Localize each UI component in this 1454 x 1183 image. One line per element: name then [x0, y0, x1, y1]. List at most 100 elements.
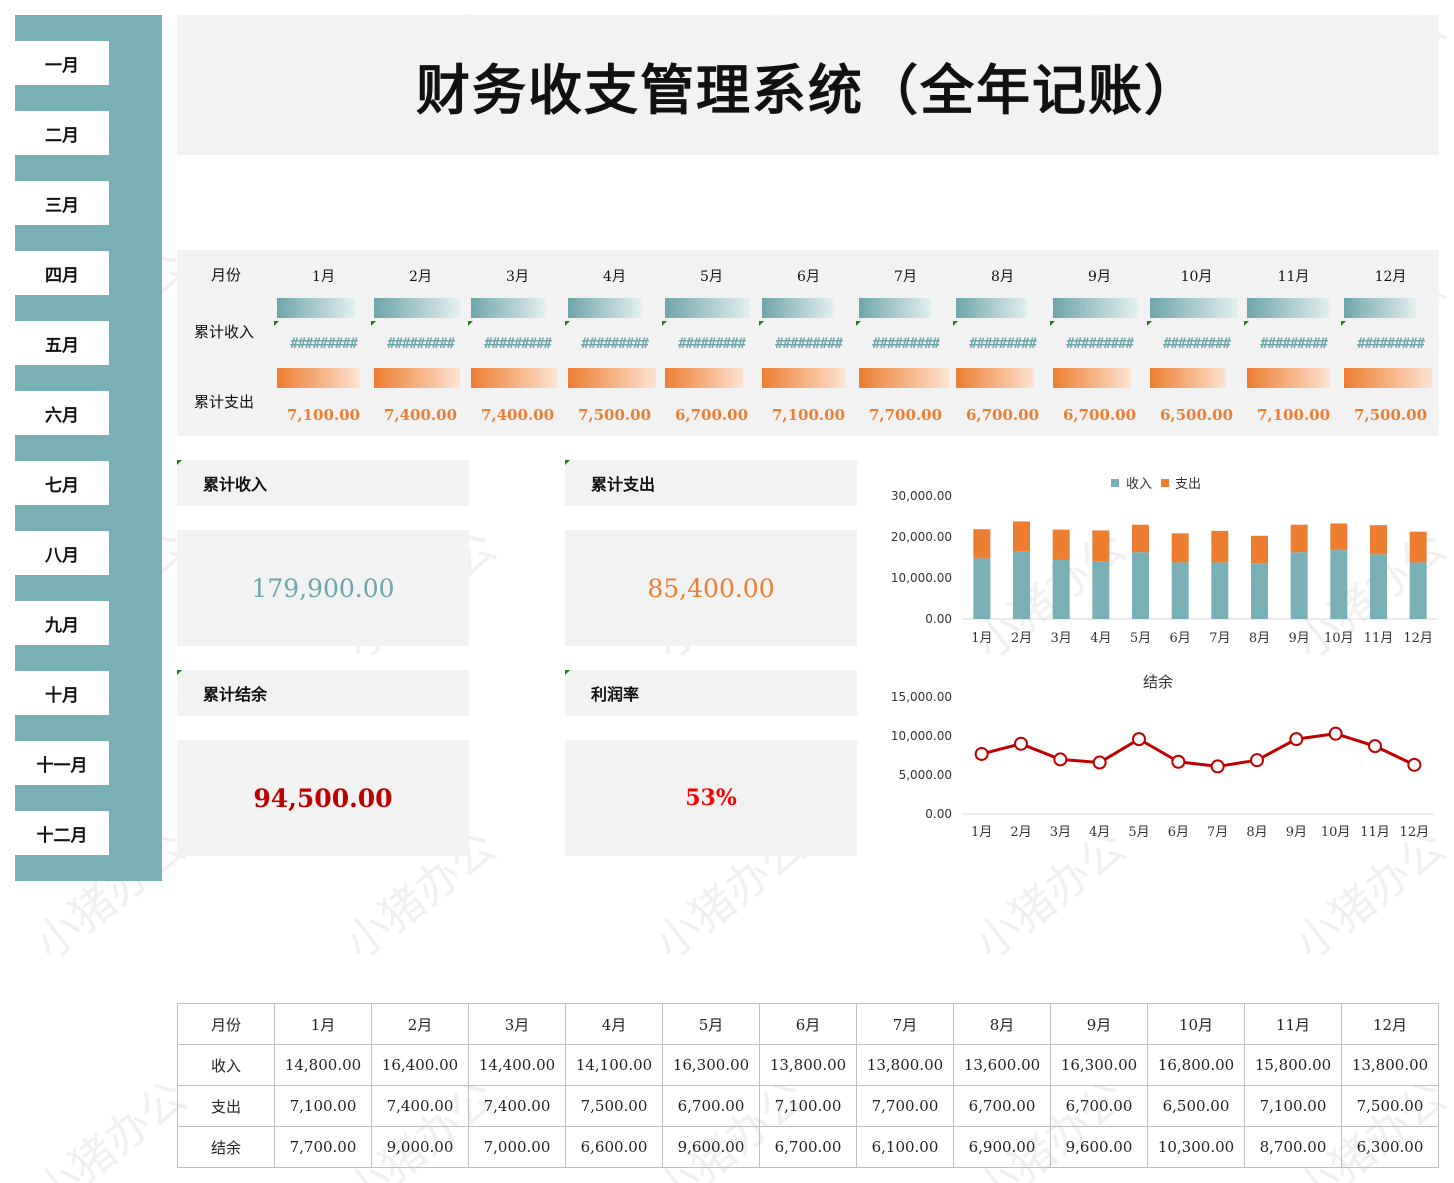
table-cell: 11月	[1244, 1003, 1342, 1045]
balance-line	[981, 732, 1415, 768]
x-tick-label: 8月	[1246, 825, 1267, 840]
cell-marker	[468, 321, 473, 326]
bar-income	[1409, 562, 1427, 619]
table-cell: 7,400.00	[371, 1085, 469, 1127]
balance-point	[1250, 753, 1264, 768]
strip-expense-databar	[665, 368, 743, 388]
table-cell: 8,700.00	[1244, 1126, 1342, 1168]
strip-expense-value: 6,500.00	[1159, 406, 1234, 424]
bar-expense	[1132, 524, 1149, 553]
strip-income-databar	[956, 298, 1027, 318]
strip-income-overflow-value: #########	[872, 336, 940, 352]
strip-expense-databar	[568, 368, 656, 388]
strip-income-databar	[1247, 298, 1330, 318]
table-cell: 6,700.00	[953, 1085, 1051, 1127]
table-cell: 6,900.00	[953, 1126, 1051, 1168]
strip-month-header: 12月	[1374, 269, 1407, 285]
strip-month-header: 4月	[603, 269, 626, 285]
table-row-label: 月份	[177, 1003, 275, 1045]
sidebar-month-button[interactable]: 三月	[15, 181, 109, 225]
x-tick-label: 5月	[1130, 631, 1151, 646]
bar-income	[1330, 550, 1348, 619]
strip-month-header: 5月	[700, 269, 723, 285]
balance-point	[1407, 757, 1422, 772]
sidebar-month-button[interactable]: 五月	[15, 321, 109, 365]
balance-point	[1092, 755, 1107, 770]
table-cell: 16,400.00	[371, 1044, 469, 1086]
monthly-summary-strip: 月份 累计收入 累计支出 1月 ######### 7,100.00 2月 ######…	[177, 250, 1439, 436]
strip-expense-databar	[471, 368, 557, 388]
sidebar-month-button[interactable]: 八月	[15, 531, 109, 575]
kpi-income-label: 累计收入	[177, 460, 469, 506]
cell-marker	[1050, 321, 1055, 326]
sidebar-month-button[interactable]: 十二月	[15, 811, 109, 855]
table-cell: 6,300.00	[1341, 1126, 1439, 1168]
table-cell: 9月	[1050, 1003, 1148, 1045]
bar-income	[973, 558, 991, 619]
strip-income-overflow-value: #########	[290, 336, 358, 352]
balance-point	[1210, 759, 1225, 774]
bar-income	[1132, 552, 1149, 619]
sidebar-month-button[interactable]: 二月	[15, 111, 109, 155]
kpi-income-value: 179,900.00	[177, 530, 469, 646]
table-cell: 7,700.00	[274, 1126, 372, 1168]
cell-marker	[565, 321, 570, 326]
table-cell: 6,700.00	[662, 1085, 760, 1127]
strip-income-databar	[665, 298, 750, 318]
strip-month-label: 月份	[211, 266, 242, 284]
bar-expense	[1092, 530, 1110, 562]
table-row-label: 支出	[177, 1085, 275, 1127]
strip-expense-value: 7,100.00	[1256, 406, 1331, 424]
kpi-expense-label: 累计支出	[565, 460, 857, 506]
strip-income-overflow-value: #########	[969, 336, 1037, 352]
strip-income-databar	[471, 298, 546, 318]
sidebar-month-button[interactable]: 七月	[15, 461, 109, 505]
bar-expense	[1370, 525, 1387, 555]
strip-month-header: 7月	[894, 269, 917, 285]
strip-month-header: 2月	[409, 269, 432, 285]
balance-point	[1328, 726, 1343, 741]
bar-income	[1251, 563, 1268, 619]
x-tick-label: 4月	[1090, 631, 1111, 646]
sidebar-month-button[interactable]: 一月	[15, 41, 109, 85]
x-tick-label: 12月	[1400, 825, 1430, 840]
kpi-balance-value: 94,500.00	[177, 740, 469, 856]
strip-expense-databar	[1053, 368, 1131, 388]
strip-income-overflow-value: #########	[1066, 336, 1134, 352]
strip-income-databar	[762, 298, 834, 318]
table-cell: 14,800.00	[274, 1044, 372, 1086]
x-tick-label: 5月	[1128, 825, 1149, 840]
bar-expense	[973, 529, 991, 559]
y-tick-label: 10,000.00	[891, 571, 952, 585]
x-tick-label: 9月	[1286, 825, 1307, 840]
table-cell: 7,400.00	[468, 1085, 566, 1127]
table-cell: 16,300.00	[1050, 1044, 1148, 1086]
bar-income	[1211, 562, 1229, 619]
kpi-expense-value: 85,400.00	[565, 530, 857, 646]
sidebar-month-button[interactable]: 四月	[15, 251, 109, 295]
strip-month-header: 8月	[991, 269, 1014, 285]
strip-expense-value: 7,400.00	[383, 406, 458, 424]
table-row-expense: 支出 7,100.00 7,400.00 7,400.00 7,500.00 6,700.…	[177, 1085, 1439, 1127]
balance-point	[1053, 752, 1068, 767]
sidebar-month-button[interactable]: 九月	[15, 601, 109, 645]
x-tick-label: 11月	[1364, 631, 1394, 646]
table-cell: 7,100.00	[274, 1085, 372, 1127]
legend-swatch-income	[1111, 479, 1119, 487]
balance-point	[1132, 732, 1146, 747]
strip-income-databar	[374, 298, 460, 318]
sidebar-month-button[interactable]: 十月	[15, 671, 109, 715]
x-tick-label: 10月	[1324, 631, 1354, 646]
income-expense-bar-chart: 30,000.00 20,000.00 10,000.00 0.00 1月 2月 3月 4月 5…	[891, 477, 1438, 646]
table-cell: 10月	[1147, 1003, 1245, 1045]
balance-point	[974, 746, 989, 761]
strip-month-header: 6月	[797, 269, 820, 285]
x-tick-label: 4月	[1089, 825, 1110, 840]
strip-expense-databar	[277, 368, 360, 388]
table-cell: 7,500.00	[565, 1085, 663, 1127]
bar-income	[1092, 561, 1110, 619]
table-cell: 2月	[371, 1003, 469, 1045]
sidebar-month-button[interactable]: 六月	[15, 391, 109, 435]
sidebar-month-button[interactable]: 十一月	[15, 741, 109, 785]
cell-marker	[371, 321, 376, 326]
